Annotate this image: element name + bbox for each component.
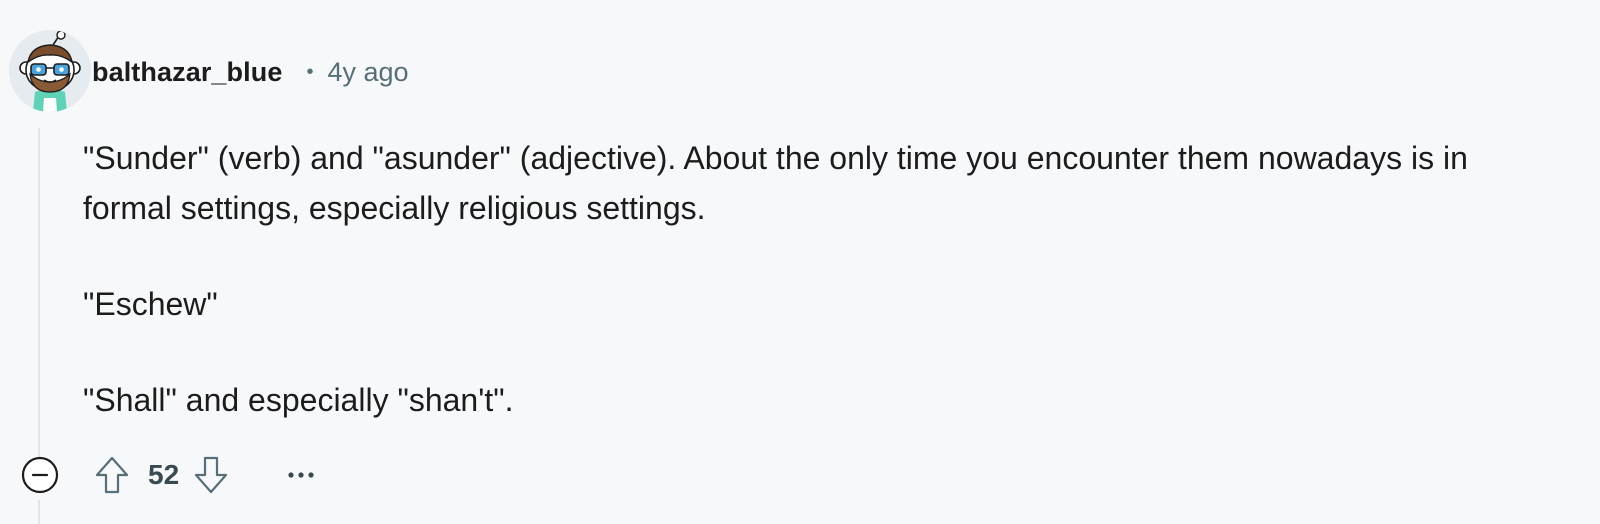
collapse-thread-button[interactable] <box>20 455 60 495</box>
user-avatar[interactable] <box>9 30 91 112</box>
comment-timestamp[interactable]: 4y ago <box>327 57 408 88</box>
arrow-down-outline-icon <box>195 456 228 494</box>
arrow-up-outline-icon <box>95 456 129 494</box>
vote-score: 52 <box>148 459 180 490</box>
thread-line[interactable] <box>38 128 40 458</box>
comment: balthazar_blue • 4y ago "Sunder" (verb) … <box>0 0 1600 524</box>
meta-separator: • <box>306 60 314 83</box>
comment-paragraph: "Shall" and especially "shan't". <box>83 382 514 418</box>
snoo-avatar-icon <box>9 30 91 112</box>
comment-body: "Sunder" (verb) and "asunder" (adjective… <box>83 133 1553 471</box>
comment-paragraph: "Eschew" <box>83 286 218 322</box>
comment-paragraph: "Sunder" (verb) and "asunder" (adjective… <box>83 140 1468 226</box>
more-options-button[interactable] <box>281 455 321 495</box>
comment-actions: 52 <box>20 452 321 498</box>
comment-meta: balthazar_blue • 4y ago <box>92 52 409 92</box>
thread-line-continuation[interactable] <box>38 500 40 524</box>
downvote-button[interactable] <box>189 452 233 498</box>
ellipsis-icon <box>288 472 314 478</box>
upvote-button[interactable] <box>90 452 134 498</box>
minus-circle-icon <box>21 456 59 494</box>
author-username[interactable]: balthazar_blue <box>92 57 282 88</box>
